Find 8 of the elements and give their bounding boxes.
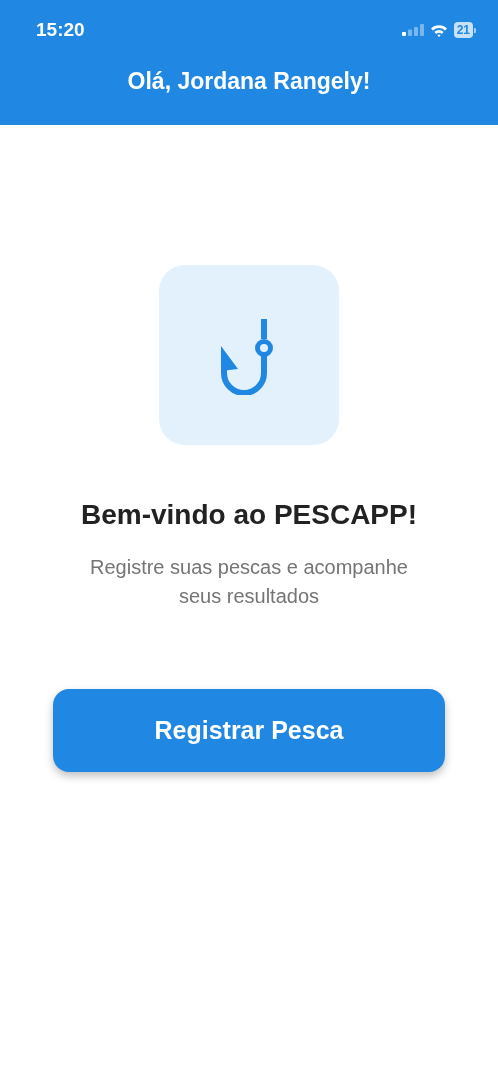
status-time: 15:20 (36, 19, 85, 41)
welcome-subtitle: Registre suas pescas e acompanhe seus resultados (89, 555, 409, 609)
welcome-heading: Bem-vindo ao PESCAPP! (80, 499, 418, 531)
wifi-icon (429, 23, 448, 37)
battery-indicator: 21 (453, 22, 476, 38)
signal-icon (401, 24, 424, 36)
header-title: Olá, Jordana Rangely! (126, 67, 372, 93)
register-catch-button[interactable]: Registrar Pesca (53, 689, 445, 772)
